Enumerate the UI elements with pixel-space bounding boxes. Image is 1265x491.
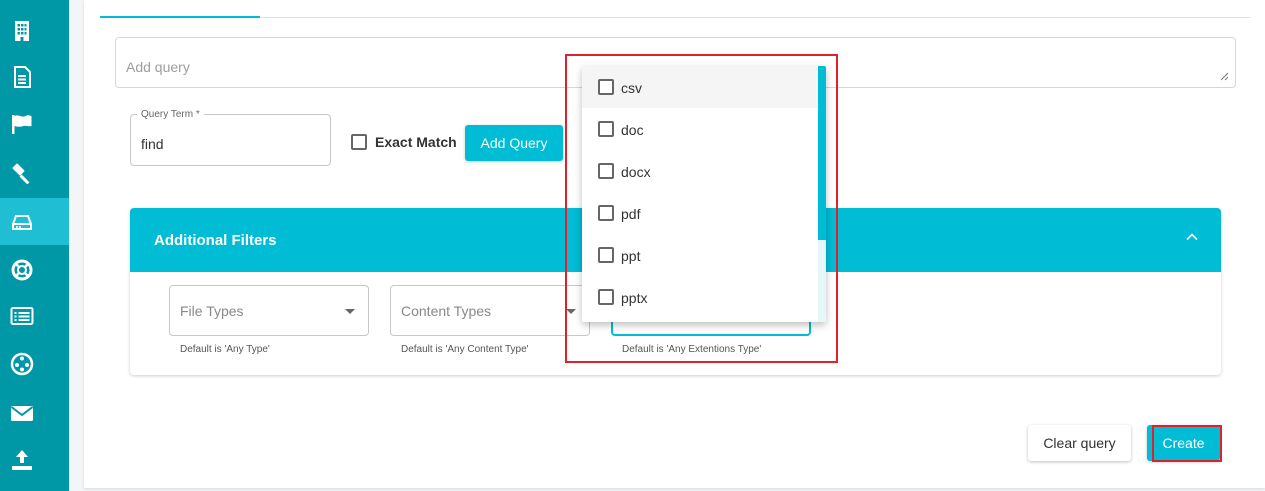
- file-types-helper: Default is 'Any Type': [180, 344, 270, 355]
- drive-icon: [12, 214, 32, 230]
- exact-match-checkbox[interactable]: [351, 134, 367, 150]
- sidebar-item-list[interactable]: [0, 292, 69, 339]
- document-icon: [14, 65, 31, 88]
- content-types-select[interactable]: Content Types: [390, 285, 590, 336]
- mail-icon: [10, 405, 34, 421]
- sidebar: [0, 0, 69, 491]
- sidebar-item-legal[interactable]: [0, 148, 69, 195]
- file-types-placeholder: File Types: [180, 303, 244, 319]
- sidebar-item-documents[interactable]: [0, 53, 69, 100]
- sidebar-item-mail[interactable]: [0, 389, 69, 436]
- additional-filters-title: Additional Filters: [154, 232, 277, 249]
- flag-icon: [12, 114, 32, 134]
- query-term-value: find: [141, 136, 164, 152]
- sidebar-item-support[interactable]: [0, 246, 69, 293]
- annotation-highlight-create: [1152, 425, 1222, 462]
- lifebuoy-icon: [11, 259, 33, 280]
- upload-icon: [12, 449, 32, 470]
- sidebar-item-upload[interactable]: [0, 436, 69, 483]
- active-tab-indicator: [100, 16, 260, 18]
- film-reel-icon: [10, 352, 34, 375]
- sidebar-item-reel[interactable]: [0, 340, 69, 387]
- list-icon: [10, 306, 34, 325]
- annotation-highlight-dropdown: [565, 54, 838, 363]
- clear-query-button[interactable]: Clear query: [1028, 425, 1131, 461]
- exact-match-label: Exact Match: [375, 134, 457, 150]
- gavel-icon: [12, 163, 30, 184]
- sidebar-item-building[interactable]: [0, 7, 69, 54]
- query-term-label: Query Term *: [137, 109, 204, 120]
- add-query-placeholder: Add query: [126, 59, 190, 75]
- content-types-helper: Default is 'Any Content Type': [401, 344, 529, 355]
- tab-divider: [260, 17, 1250, 18]
- content-types-placeholder: Content Types: [401, 303, 492, 319]
- add-query-button[interactable]: Add Query: [465, 125, 563, 161]
- resize-grip-icon[interactable]: [1219, 71, 1229, 81]
- file-types-select[interactable]: File Types: [169, 285, 369, 336]
- chevron-up-icon[interactable]: [1185, 230, 1199, 244]
- building-icon: [15, 20, 29, 41]
- caret-down-icon: [345, 309, 355, 314]
- sidebar-item-flags[interactable]: [0, 100, 69, 147]
- sidebar-item-drive[interactable]: [0, 198, 69, 245]
- query-term-field[interactable]: find: [130, 114, 331, 166]
